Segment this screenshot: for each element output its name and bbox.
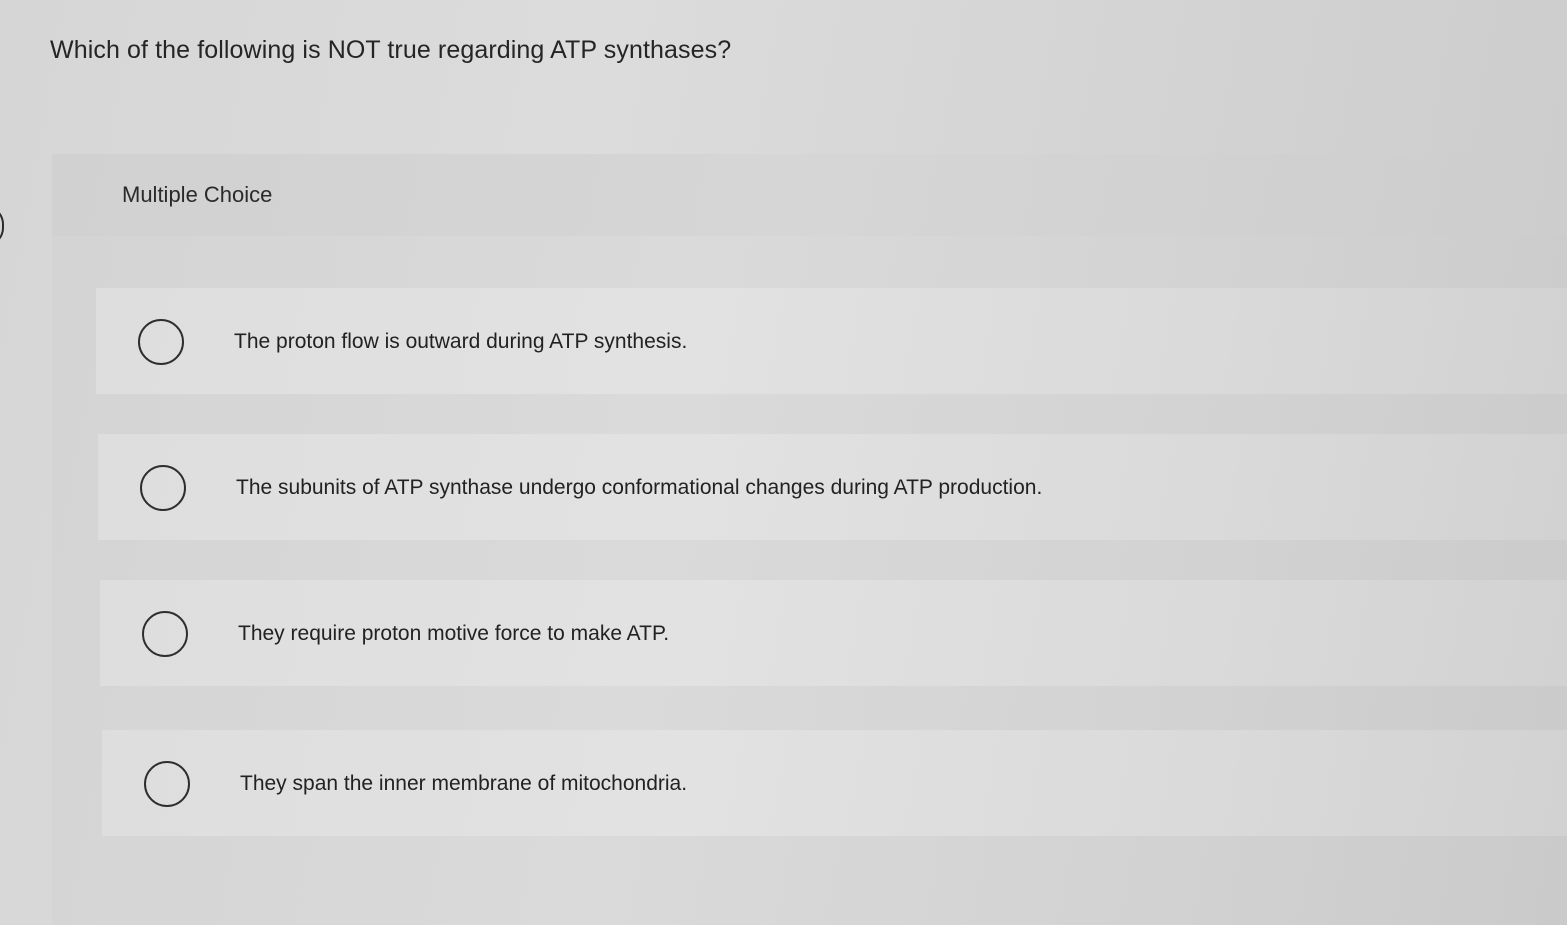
edge-fragment xyxy=(0,206,4,246)
option-label: The subunits of ATP synthase undergo con… xyxy=(236,476,1043,499)
radio-button-icon[interactable] xyxy=(140,465,186,511)
radio-button-icon[interactable] xyxy=(138,319,184,365)
panel-header: Multiple Choice xyxy=(52,154,1567,236)
options-list: The proton flow is outward during ATP sy… xyxy=(52,236,1567,925)
option-label: The proton flow is outward during ATP sy… xyxy=(234,330,688,353)
radio-button-icon[interactable] xyxy=(142,611,188,657)
option-label: They require proton motive force to make… xyxy=(238,622,670,645)
option-3[interactable]: They require proton motive force to make… xyxy=(100,580,1567,686)
panel-label: Multiple Choice xyxy=(122,182,273,207)
option-2[interactable]: The subunits of ATP synthase undergo con… xyxy=(98,434,1567,540)
option-1[interactable]: The proton flow is outward during ATP sy… xyxy=(96,288,1567,394)
option-4[interactable]: They span the inner membrane of mitochon… xyxy=(102,730,1567,836)
question-text: Which of the following is NOT true regar… xyxy=(50,36,732,64)
radio-button-icon[interactable] xyxy=(144,761,190,807)
multiple-choice-panel: Multiple Choice The proton flow is outwa… xyxy=(52,154,1567,925)
quiz-page: Which of the following is NOT true regar… xyxy=(0,0,1567,925)
option-label: They span the inner membrane of mitochon… xyxy=(240,772,688,795)
